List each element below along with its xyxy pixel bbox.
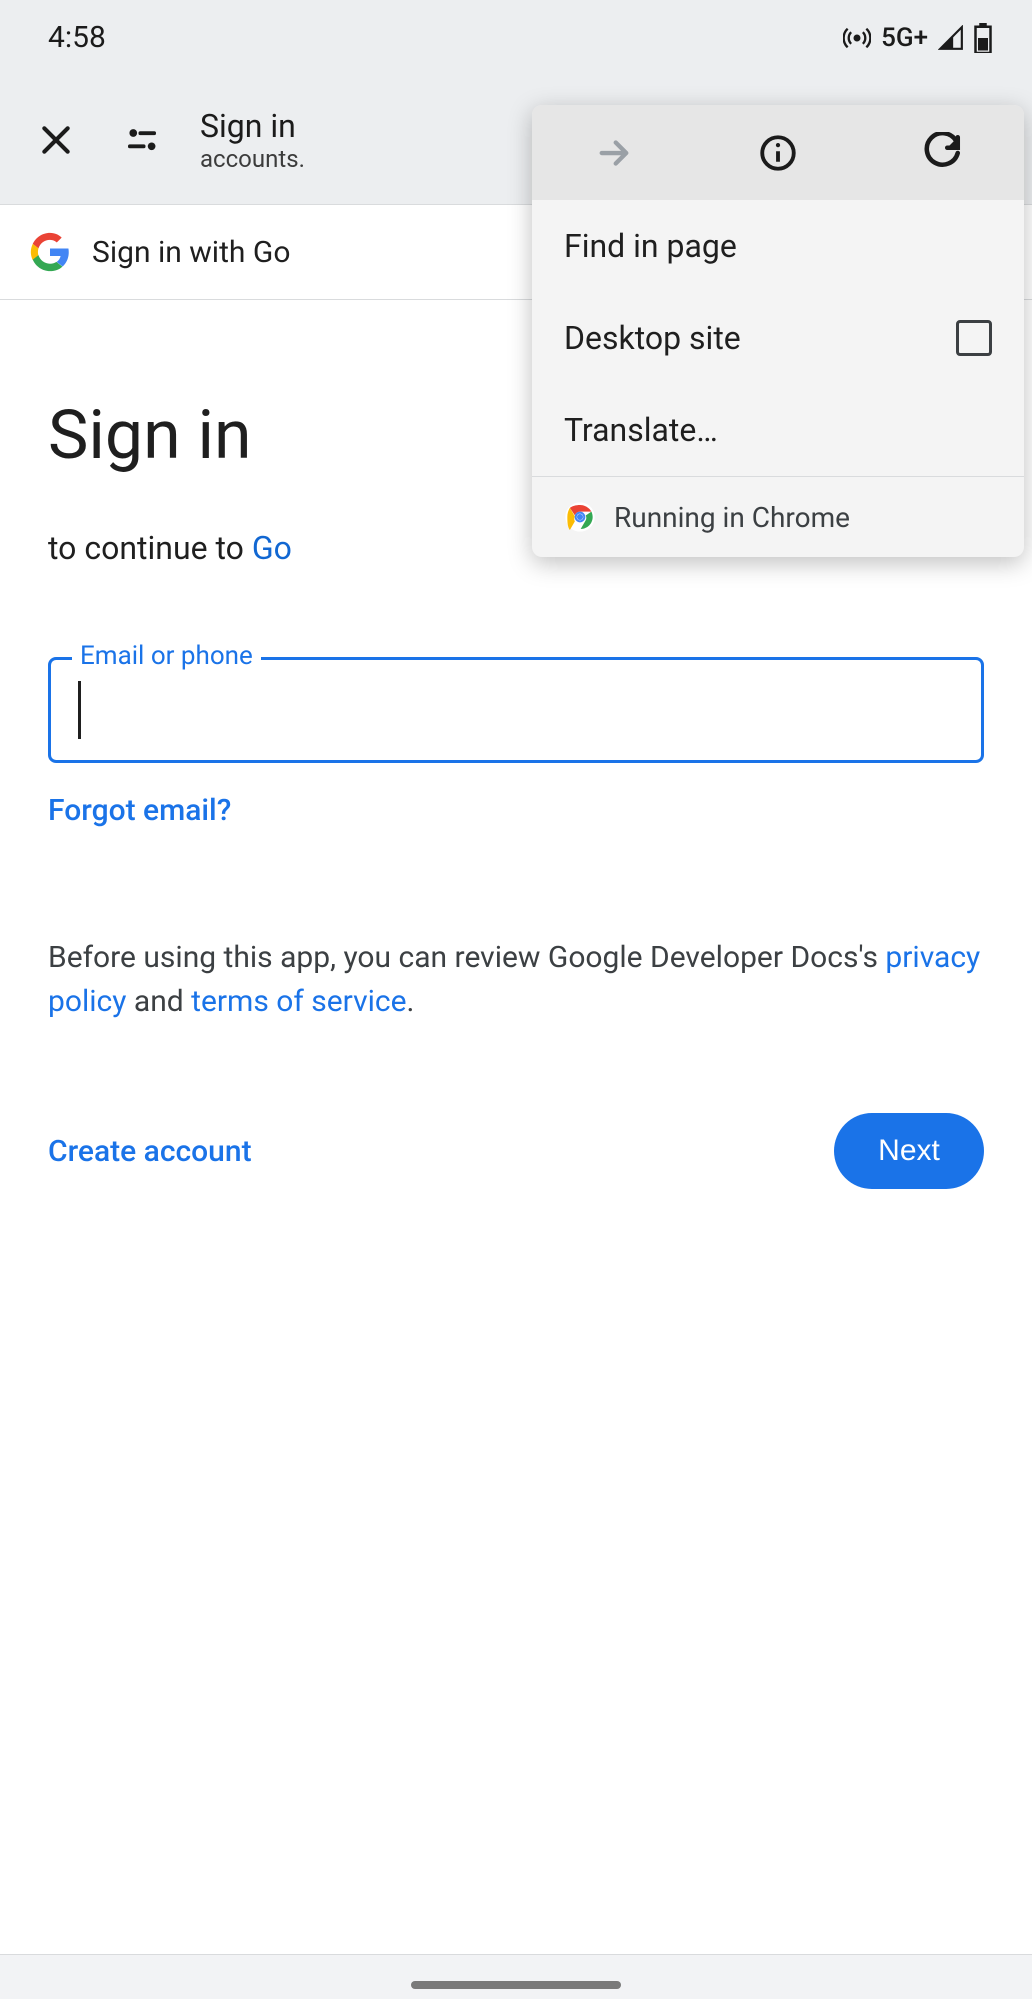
menu-translate[interactable]: Translate… (532, 384, 1024, 476)
subtitle-prefix: to continue to (48, 529, 252, 567)
menu-desktop-label: Desktop site (564, 319, 741, 357)
autofill-icon (121, 119, 163, 161)
email-field-wrap: Email or phone (48, 657, 984, 763)
email-field-label: Email or phone (72, 641, 261, 671)
disclosure-pre: Before using this app, you can review Go… (48, 940, 885, 975)
terms-of-service-link[interactable]: terms of service (191, 984, 406, 1019)
autofill-button[interactable] (114, 112, 170, 168)
title-block: Sign in accounts. (200, 107, 305, 173)
page-url: accounts. (200, 145, 305, 173)
forgot-email-link[interactable]: Forgot email? (48, 793, 231, 828)
menu-find-label: Find in page (564, 227, 737, 265)
google-g-icon (30, 232, 70, 272)
close-icon (36, 120, 76, 160)
status-indicators: 5G+ (843, 23, 992, 53)
network-label: 5G+ (881, 23, 928, 53)
info-icon (757, 132, 799, 174)
reload-button[interactable] (914, 125, 970, 181)
chrome-icon (564, 501, 596, 533)
menu-running-label: Running in Chrome (614, 501, 850, 534)
desktop-site-checkbox[interactable] (956, 320, 992, 356)
nav-handle[interactable] (411, 1981, 621, 1989)
menu-desktop-site[interactable]: Desktop site (532, 292, 1024, 384)
banner-text: Sign in with Go (92, 235, 290, 270)
text-cursor (78, 681, 81, 739)
app-name-link[interactable]: Go (252, 529, 292, 567)
menu-find-in-page[interactable]: Find in page (532, 200, 1024, 292)
create-account-link[interactable]: Create account (48, 1134, 252, 1169)
menu-translate-label: Translate… (564, 411, 718, 449)
email-input[interactable] (48, 657, 984, 763)
forward-button[interactable] (586, 125, 642, 181)
menu-top-row (532, 105, 1024, 200)
clock: 4:58 (48, 20, 106, 55)
disclosure-mid: and (126, 984, 191, 1019)
arrow-forward-icon (593, 132, 635, 174)
site-info-button[interactable] (750, 125, 806, 181)
disclosure-text: Before using this app, you can review Go… (48, 936, 984, 1023)
close-button[interactable] (28, 112, 84, 168)
battery-icon (974, 23, 992, 53)
menu-running-in-chrome[interactable]: Running in Chrome (532, 477, 1024, 557)
hotspot-icon (843, 24, 871, 52)
actions-row: Create account Next (48, 1113, 984, 1189)
overflow-menu: Find in page Desktop site Translate… Run… (532, 105, 1024, 557)
disclosure-post: . (407, 984, 415, 1019)
signal-icon (938, 25, 964, 51)
status-bar: 4:58 5G+ (0, 0, 1032, 75)
next-button[interactable]: Next (834, 1113, 984, 1189)
page-title: Sign in (200, 107, 305, 145)
bottom-strip (0, 1954, 1032, 1999)
reload-icon (921, 132, 963, 174)
